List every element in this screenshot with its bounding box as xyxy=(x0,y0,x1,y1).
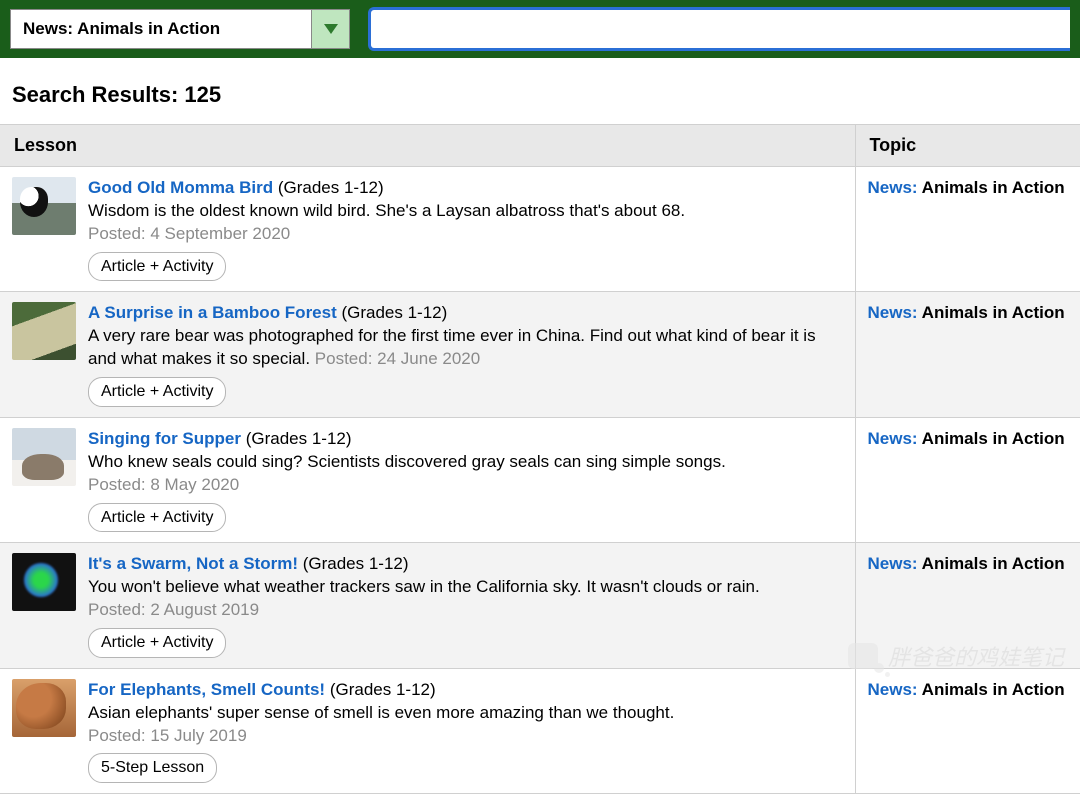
topic-link[interactable]: News: Animals in Action xyxy=(868,429,1065,448)
topic-cell: News: Animals in Action xyxy=(855,167,1080,292)
lesson-thumbnail[interactable] xyxy=(12,177,76,235)
lesson-body: For Elephants, Smell Counts! (Grades 1-1… xyxy=(88,679,843,783)
column-header-topic: Topic xyxy=(855,125,1080,167)
lesson-description: Wisdom is the oldest known wild bird. Sh… xyxy=(88,200,843,223)
lesson-posted-date: Posted: 2 August 2019 xyxy=(88,599,843,622)
topic-link[interactable]: News: Animals in Action xyxy=(868,178,1065,197)
lesson-body: A Surprise in a Bamboo Forest (Grades 1-… xyxy=(88,302,843,406)
table-row: A Surprise in a Bamboo Forest (Grades 1-… xyxy=(0,292,1080,417)
lesson-title-link[interactable]: Good Old Momma Bird xyxy=(88,178,273,197)
search-input[interactable] xyxy=(371,10,1070,48)
lesson-grades: (Grades 1-12) xyxy=(337,303,448,322)
lesson-cell: Good Old Momma Bird (Grades 1-12) Wisdom … xyxy=(0,167,855,291)
lesson-posted-date: Posted: 8 May 2020 xyxy=(88,474,843,497)
lesson-grades: (Grades 1-12) xyxy=(325,680,436,699)
lesson-description: A very rare bear was photographed for th… xyxy=(88,325,843,371)
lesson-posted-date: Posted: 15 July 2019 xyxy=(88,725,843,748)
search-box[interactable] xyxy=(368,7,1070,51)
topic-suffix: Animals in Action xyxy=(922,680,1065,699)
lesson-title-link[interactable]: Singing for Supper xyxy=(88,429,241,448)
lesson-cell: For Elephants, Smell Counts! (Grades 1-1… xyxy=(0,669,855,793)
category-dropdown[interactable]: News: Animals in Action xyxy=(10,9,350,49)
lesson-title-link[interactable]: A Surprise in a Bamboo Forest xyxy=(88,303,337,322)
chevron-down-icon[interactable] xyxy=(311,10,349,48)
lesson-cell: A Surprise in a Bamboo Forest (Grades 1-… xyxy=(0,292,855,416)
topic-prefix: News: xyxy=(868,178,922,197)
topic-link[interactable]: News: Animals in Action xyxy=(868,554,1065,573)
lesson-cell: It's a Swarm, Not a Storm! (Grades 1-12)… xyxy=(0,543,855,667)
table-row: It's a Swarm, Not a Storm! (Grades 1-12)… xyxy=(0,543,1080,668)
topic-suffix: Animals in Action xyxy=(922,429,1065,448)
lesson-cell: Singing for Supper (Grades 1-12) Who knew… xyxy=(0,418,855,542)
lesson-thumbnail[interactable] xyxy=(12,302,76,360)
topic-prefix: News: xyxy=(868,429,922,448)
lesson-thumbnail[interactable] xyxy=(12,428,76,486)
lesson-posted-date: Posted: 24 June 2020 xyxy=(315,349,480,368)
lesson-tag-button[interactable]: Article + Activity xyxy=(88,503,226,533)
table-row: Singing for Supper (Grades 1-12) Who knew… xyxy=(0,417,1080,542)
table-row: Good Old Momma Bird (Grades 1-12) Wisdom … xyxy=(0,167,1080,292)
lesson-description: You won't believe what weather trackers … xyxy=(88,576,843,599)
lesson-posted-date: Posted: 4 September 2020 xyxy=(88,223,843,246)
category-dropdown-label: News: Animals in Action xyxy=(23,19,220,39)
top-bar: News: Animals in Action xyxy=(0,0,1080,58)
column-header-lesson: Lesson xyxy=(0,125,855,167)
topic-cell: News: Animals in Action xyxy=(855,292,1080,417)
topic-suffix: Animals in Action xyxy=(922,554,1065,573)
lesson-tag-button[interactable]: Article + Activity xyxy=(88,628,226,658)
lesson-tag-button[interactable]: Article + Activity xyxy=(88,377,226,407)
lesson-body: Good Old Momma Bird (Grades 1-12) Wisdom … xyxy=(88,177,843,281)
table-row: For Elephants, Smell Counts! (Grades 1-1… xyxy=(0,668,1080,793)
topic-suffix: Animals in Action xyxy=(922,178,1065,197)
lesson-tag-button[interactable]: 5-Step Lesson xyxy=(88,753,217,783)
topic-link[interactable]: News: Animals in Action xyxy=(868,303,1065,322)
topic-cell: News: Animals in Action xyxy=(855,543,1080,668)
lesson-title-link[interactable]: For Elephants, Smell Counts! xyxy=(88,680,325,699)
lesson-title-link[interactable]: It's a Swarm, Not a Storm! xyxy=(88,554,298,573)
topic-cell: News: Animals in Action xyxy=(855,417,1080,542)
lesson-tag-button[interactable]: Article + Activity xyxy=(88,252,226,282)
lesson-grades: (Grades 1-12) xyxy=(241,429,352,448)
lesson-body: It's a Swarm, Not a Storm! (Grades 1-12)… xyxy=(88,553,843,657)
topic-prefix: News: xyxy=(868,303,922,322)
lesson-description: Asian elephants' super sense of smell is… xyxy=(88,702,843,725)
lesson-body: Singing for Supper (Grades 1-12) Who knew… xyxy=(88,428,843,532)
topic-suffix: Animals in Action xyxy=(922,303,1065,322)
topic-cell: News: Animals in Action xyxy=(855,668,1080,793)
results-count: Search Results: 125 xyxy=(0,58,1080,124)
topic-prefix: News: xyxy=(868,554,922,573)
results-table: Lesson Topic Good Old Momma Bird (Grades… xyxy=(0,124,1080,794)
lesson-grades: (Grades 1-12) xyxy=(298,554,409,573)
lesson-grades: (Grades 1-12) xyxy=(273,178,384,197)
lesson-description: Who knew seals could sing? Scientists di… xyxy=(88,451,843,474)
lesson-thumbnail[interactable] xyxy=(12,679,76,737)
lesson-thumbnail[interactable] xyxy=(12,553,76,611)
topic-prefix: News: xyxy=(868,680,922,699)
topic-link[interactable]: News: Animals in Action xyxy=(868,680,1065,699)
